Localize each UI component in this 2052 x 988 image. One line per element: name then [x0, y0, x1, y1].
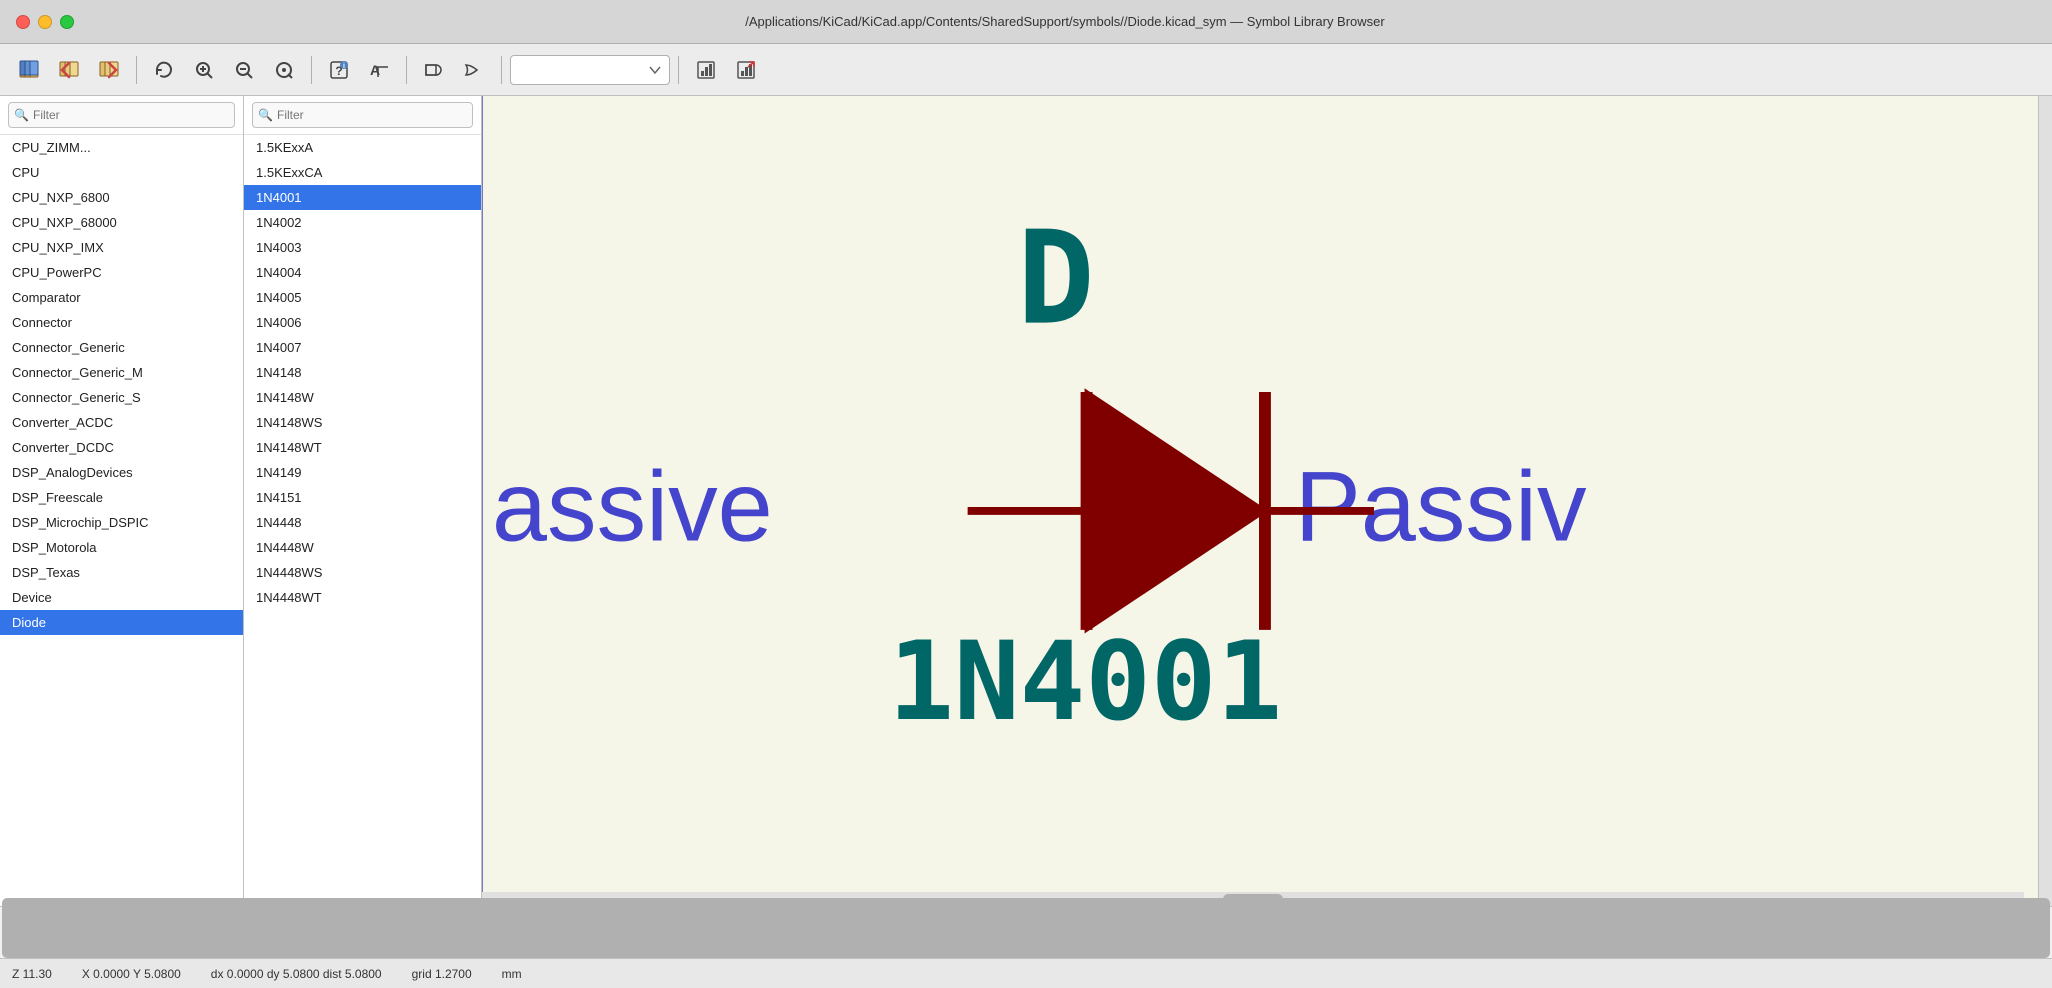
sym-filter-input[interactable]	[252, 102, 473, 128]
library-item[interactable]: Connector_Generic_M	[0, 360, 243, 385]
forward-button[interactable]	[90, 51, 128, 89]
library-item[interactable]: CPU_NXP_6800	[0, 185, 243, 210]
window-controls	[16, 15, 74, 29]
symbol-item[interactable]: 1N4149	[244, 460, 481, 485]
library-item[interactable]: CPU_PowerPC	[0, 260, 243, 285]
separator-3	[406, 56, 407, 84]
scroll-thumb-v[interactable]	[2, 898, 2050, 906]
symbol-item[interactable]: 1N4448WT	[244, 585, 481, 610]
library-item[interactable]: Comparator	[0, 285, 243, 310]
library-item[interactable]: DSP_Microchip_DSPIC	[0, 510, 243, 535]
library-item[interactable]: DSP_Freescale	[0, 485, 243, 510]
library-item[interactable]: CPU	[0, 160, 243, 185]
library-item[interactable]: Connector	[0, 310, 243, 335]
symbol-item[interactable]: 1N4002	[244, 210, 481, 235]
diode-triangle	[1087, 392, 1265, 630]
library-item[interactable]: CPU_NXP_68000	[0, 210, 243, 235]
separator-5	[678, 56, 679, 84]
symbol-item[interactable]: 1N4007	[244, 335, 481, 360]
canvas-area[interactable]: D 1N4001 assive Passiv	[482, 96, 2038, 906]
library-item[interactable]: Device	[0, 585, 243, 610]
library-item[interactable]: DSP_Motorola	[0, 535, 243, 560]
maximize-button[interactable]	[60, 15, 74, 29]
back-button[interactable]	[50, 51, 88, 89]
symbol-name: 1N4001	[888, 618, 1282, 745]
library-panel: 🔍 CPU_ZIMM...CPUCPU_NXP_6800CPU_NXP_6800…	[0, 96, 244, 906]
symbol-item[interactable]: 1.5KExxCA	[244, 160, 481, 185]
sym-filter-icon: 🔍	[258, 108, 273, 122]
symbol-item[interactable]: 1.5KExxA	[244, 135, 481, 160]
library-item[interactable]: CPU_NXP_IMX	[0, 235, 243, 260]
help-button[interactable]: ? i	[320, 51, 358, 89]
status-units: mm	[502, 967, 522, 981]
minimize-button[interactable]	[38, 15, 52, 29]
load-library-button[interactable]	[10, 51, 48, 89]
sym-filter-area: 🔍	[244, 96, 481, 135]
gate-or-button[interactable]	[455, 51, 493, 89]
symbol-ref: D	[1017, 204, 1095, 354]
toolbar: ? i A	[0, 44, 2052, 96]
stats-button[interactable]	[687, 51, 725, 89]
status-grid: grid 1.2700	[412, 967, 472, 981]
pin-left-label: assive	[492, 452, 773, 563]
lib-filter-area: 🔍	[0, 96, 243, 135]
symbol-item[interactable]: 1N4448W	[244, 535, 481, 560]
symbol-item[interactable]: 1N4448WS	[244, 560, 481, 585]
symbol-panel: 🔍 1.5KExxA1.5KExxCA1N40011N40021N40031N4…	[244, 96, 482, 906]
symbol-item[interactable]: 1N4151	[244, 485, 481, 510]
status-bar: Z 11.30 X 0.0000 Y 5.0800 dx 0.0000 dy 5…	[0, 958, 2052, 988]
separator-4	[501, 56, 502, 84]
main-content: 🔍 CPU_ZIMM...CPUCPU_NXP_6800CPU_NXP_6800…	[0, 96, 2052, 906]
zoom-out-button[interactable]	[225, 51, 263, 89]
status-dx: dx 0.0000 dy 5.0800 dist 5.0800	[211, 967, 382, 981]
library-item[interactable]: Converter_DCDC	[0, 435, 243, 460]
symbol-item[interactable]: 1N4003	[244, 235, 481, 260]
library-item[interactable]: Diode	[0, 610, 243, 635]
lib-filter-input[interactable]	[8, 102, 235, 128]
status-coords: X 0.0000 Y 5.0800	[82, 967, 181, 981]
title: /Applications/KiCad/KiCad.app/Contents/S…	[94, 14, 2036, 29]
symbol-item[interactable]: 1N4005	[244, 285, 481, 310]
symbol-list: 1.5KExxA1.5KExxCA1N40011N40021N40031N400…	[244, 135, 481, 906]
close-button[interactable]	[16, 15, 30, 29]
symbol-item[interactable]: 1N4001	[244, 185, 481, 210]
symbol-item[interactable]: 1N4148	[244, 360, 481, 385]
symbol-item[interactable]: 1N4448	[244, 510, 481, 535]
symbol-item[interactable]: 1N4004	[244, 260, 481, 285]
status-zoom: Z 11.30	[12, 967, 52, 981]
symbol-item[interactable]: 1N4006	[244, 310, 481, 335]
library-list: CPU_ZIMM...CPUCPU_NXP_6800CPU_NXP_68000C…	[0, 135, 243, 906]
refresh-button[interactable]	[145, 51, 183, 89]
library-item[interactable]: DSP_Texas	[0, 560, 243, 585]
vertical-scrollbar[interactable]	[2038, 96, 2052, 906]
library-item[interactable]: CPU_ZIMM...	[0, 135, 243, 160]
gate-and-button[interactable]	[415, 51, 453, 89]
lib-filter-icon: 🔍	[14, 108, 29, 122]
symbol-item[interactable]: 1N4148WS	[244, 410, 481, 435]
zoom-fit-button[interactable]	[265, 51, 303, 89]
library-item[interactable]: DSP_AnalogDevices	[0, 460, 243, 485]
symbol-item[interactable]: 1N4148WT	[244, 435, 481, 460]
library-item[interactable]: Connector_Generic	[0, 335, 243, 360]
separator-1	[136, 56, 137, 84]
text-size-button[interactable]: A	[360, 51, 398, 89]
titlebar: /Applications/KiCad/KiCad.app/Contents/S…	[0, 0, 2052, 44]
svg-text:i: i	[343, 63, 345, 70]
export-button[interactable]	[727, 51, 765, 89]
library-item[interactable]: Connector_Generic_S	[0, 385, 243, 410]
symbol-dropdown[interactable]	[510, 55, 670, 85]
zoom-in-button[interactable]	[185, 51, 223, 89]
symbol-svg: D 1N4001 assive Passiv	[482, 96, 2038, 906]
symbol-item[interactable]: 1N4148W	[244, 385, 481, 410]
separator-2	[311, 56, 312, 84]
library-item[interactable]: Converter_ACDC	[0, 410, 243, 435]
